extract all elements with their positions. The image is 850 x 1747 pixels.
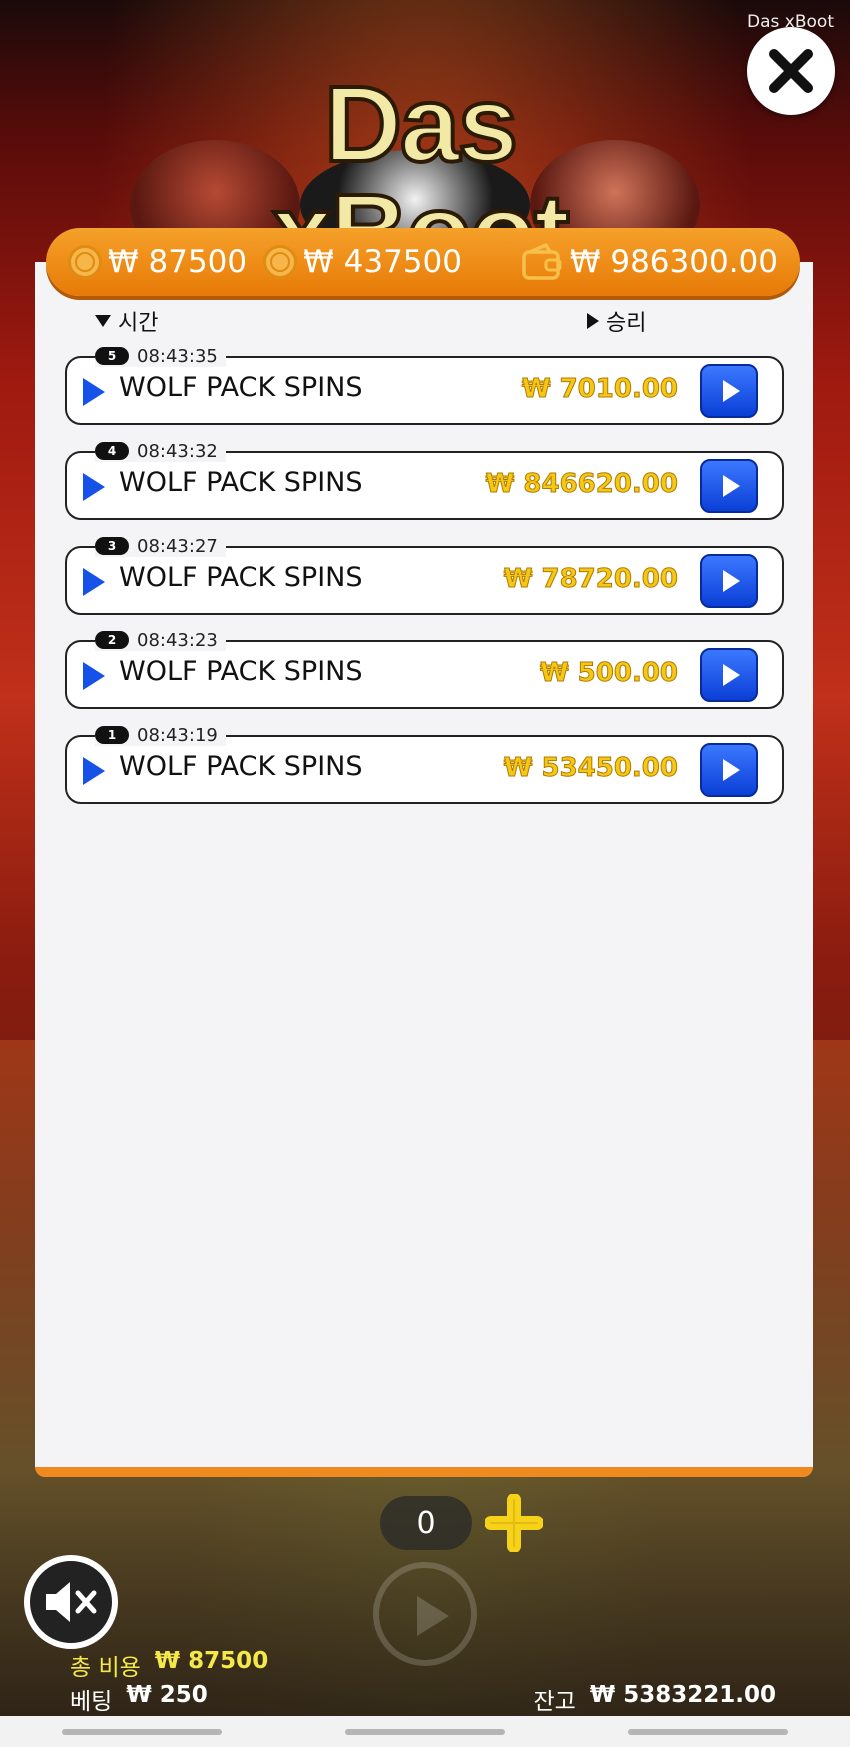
row-name: WOLF PACK SPINS [119, 751, 363, 782]
nav-handle [344, 1728, 505, 1735]
mute-button[interactable] [24, 1555, 118, 1649]
plus-icon[interactable] [485, 1494, 543, 1552]
row-win: ₩ 78720.00 [503, 564, 678, 595]
total-cost-value: ₩ 87500 [154, 1648, 269, 1674]
total-cost-label: 총 비용 [70, 1655, 141, 1681]
bet-amount: 베팅 ₩ 250 [70, 1682, 208, 1716]
row-win: ₩ 53450.00 [503, 753, 678, 784]
balance: 잔고 ₩ 5383221.00 [534, 1682, 776, 1716]
play-icon [83, 568, 105, 596]
play-icon [83, 757, 105, 785]
close-icon [769, 49, 813, 93]
replay-button[interactable] [700, 743, 758, 797]
balance-value: ₩ 5383221.00 [589, 1682, 776, 1708]
row-index: 1 [95, 726, 129, 744]
coin-icon [68, 245, 102, 279]
row-name: WOLF PACK SPINS [119, 372, 363, 403]
stat-balance: ₩ 986300.00 [520, 242, 778, 282]
stat-cost-2-value: ₩ 437500 [303, 244, 462, 280]
replay-button[interactable] [700, 554, 758, 608]
row-name: WOLF PACK SPINS [119, 467, 363, 498]
col-win-label: 승리 [606, 311, 647, 336]
row-meta: 5 08:43:35 [95, 345, 226, 367]
stats-bar: ₩ 87500 ₩ 437500 ₩ 986300.00 [46, 228, 800, 296]
replay-button[interactable] [700, 364, 758, 418]
row-meta: 2 08:43:23 [95, 629, 226, 651]
row-time: 08:43:23 [137, 629, 218, 651]
bet-value: ₩ 250 [126, 1682, 208, 1708]
sort-by-time[interactable]: 시간 [94, 305, 158, 337]
stat-cost-1-value: ₩ 87500 [108, 244, 248, 280]
speaker-mute-icon [46, 1582, 97, 1622]
row-meta: 4 08:43:32 [95, 440, 226, 462]
row-time: 08:43:19 [137, 724, 218, 746]
row-name: WOLF PACK SPINS [119, 656, 363, 687]
bet-label: 베팅 [70, 1689, 113, 1715]
play-icon [83, 473, 105, 501]
row-meta: 1 08:43:19 [95, 724, 226, 746]
play-icon [83, 378, 105, 406]
spin-button-disabled [373, 1562, 477, 1666]
caret-down-icon [95, 315, 111, 327]
row-index: 2 [95, 631, 129, 649]
row-name: WOLF PACK SPINS [119, 562, 363, 593]
total-cost: 총 비용 ₩ 87500 [70, 1648, 268, 1682]
row-index: 3 [95, 537, 129, 555]
balance-label: 잔고 [533, 1689, 576, 1715]
close-button[interactable] [747, 27, 835, 115]
row-index: 4 [95, 442, 129, 460]
nav-handle [628, 1728, 789, 1735]
col-time-label: 시간 [118, 311, 159, 336]
row-time: 08:43:32 [137, 440, 218, 462]
replay-button[interactable] [700, 648, 758, 702]
row-time: 08:43:35 [137, 345, 218, 367]
system-nav-bar [0, 1716, 850, 1747]
row-meta: 3 08:43:27 [95, 535, 226, 557]
stat-cost-2: ₩ 437500 [263, 244, 462, 280]
history-row[interactable]: 4 08:43:32 WOLF PACK SPINS ₩ 846620.00 [65, 440, 784, 520]
history-row[interactable]: 1 08:43:19 WOLF PACK SPINS ₩ 53450.00 [65, 724, 784, 804]
coin-icon [263, 245, 298, 279]
row-win: ₩ 846620.00 [485, 469, 678, 500]
row-time: 08:43:27 [137, 535, 218, 557]
history-row[interactable]: 5 08:43:35 WOLF PACK SPINS ₩ 7010.00 [65, 345, 784, 425]
replay-button[interactable] [700, 459, 758, 513]
history-row[interactable]: 3 08:43:27 WOLF PACK SPINS ₩ 78720.00 [65, 535, 784, 615]
stat-balance-value: ₩ 986300.00 [569, 244, 778, 280]
history-row[interactable]: 2 08:43:23 WOLF PACK SPINS ₩ 500.00 [65, 629, 784, 709]
wallet-icon [520, 242, 564, 282]
row-index: 5 [95, 347, 129, 365]
spin-counter: 0 [380, 1496, 472, 1550]
play-icon [83, 662, 105, 690]
stat-cost-1: ₩ 87500 [68, 244, 247, 280]
sort-by-win[interactable]: 승리 [586, 305, 646, 337]
caret-right-icon [587, 313, 599, 329]
row-win: ₩ 500.00 [539, 658, 678, 689]
nav-handle [61, 1728, 222, 1735]
row-win: ₩ 7010.00 [521, 374, 678, 405]
